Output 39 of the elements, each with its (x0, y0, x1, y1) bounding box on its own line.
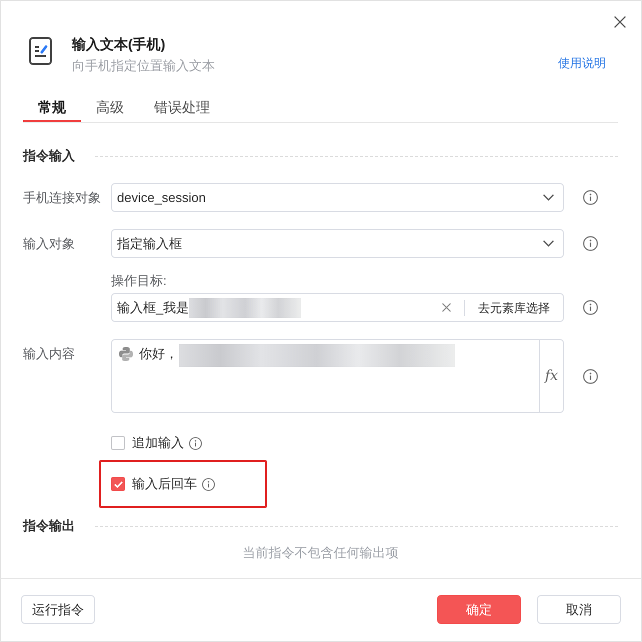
target-input-field[interactable]: 输入框_我是 去元素库选择 (111, 293, 564, 322)
empty-output-text: 当前指令不包含任何输出项 (242, 544, 398, 562)
tab[interactable]: 高级 (81, 97, 139, 122)
python-icon (119, 347, 133, 361)
info-icon[interactable] (189, 436, 202, 450)
dialog-subtitle: 向手机指定位置输入文本 (72, 57, 215, 75)
clear-icon[interactable] (442, 303, 451, 312)
field-label: 输入对象 (23, 234, 76, 252)
element-library-button[interactable]: 去元素库选择 (465, 294, 563, 321)
tab[interactable]: 错误处理 (139, 97, 225, 122)
formula-button[interactable]: fx (539, 340, 563, 412)
checkbox[interactable] (111, 436, 125, 450)
section-title: 指令输出 (23, 517, 75, 535)
option-label: 输入后回车 (132, 475, 197, 493)
dialog-title: 输入文本(手机) (72, 35, 166, 54)
info-icon[interactable] (583, 300, 598, 315)
document-edit-icon (29, 37, 52, 65)
footer-button[interactable]: 取消 (537, 595, 621, 624)
chevron-down-icon (543, 194, 554, 201)
close-button[interactable] (614, 16, 626, 28)
field-label: 输入内容 (23, 345, 76, 363)
info-icon[interactable] (583, 236, 598, 251)
close-icon (614, 16, 626, 28)
info-icon[interactable] (583, 190, 598, 205)
section-title: 指令输入 (23, 147, 75, 165)
checkbox[interactable] (111, 477, 125, 491)
info-icon[interactable] (583, 368, 598, 384)
info-icon[interactable] (202, 478, 215, 490)
field-label: 操作目标: (111, 272, 168, 290)
text-area-field[interactable]: 你好， fx (111, 339, 564, 413)
tab[interactable]: 常规 (23, 97, 81, 122)
option-label: 追加输入 (132, 434, 184, 452)
check-icon (114, 480, 122, 488)
footer-button[interactable]: 运行指令 (21, 595, 95, 624)
chevron-down-icon (543, 240, 554, 247)
help-link[interactable]: 使用说明 (558, 53, 606, 73)
select-field[interactable]: 指定输入框 (111, 229, 564, 258)
field-label: 手机连接对象 (23, 188, 102, 206)
select-field[interactable]: device_session (111, 183, 564, 212)
